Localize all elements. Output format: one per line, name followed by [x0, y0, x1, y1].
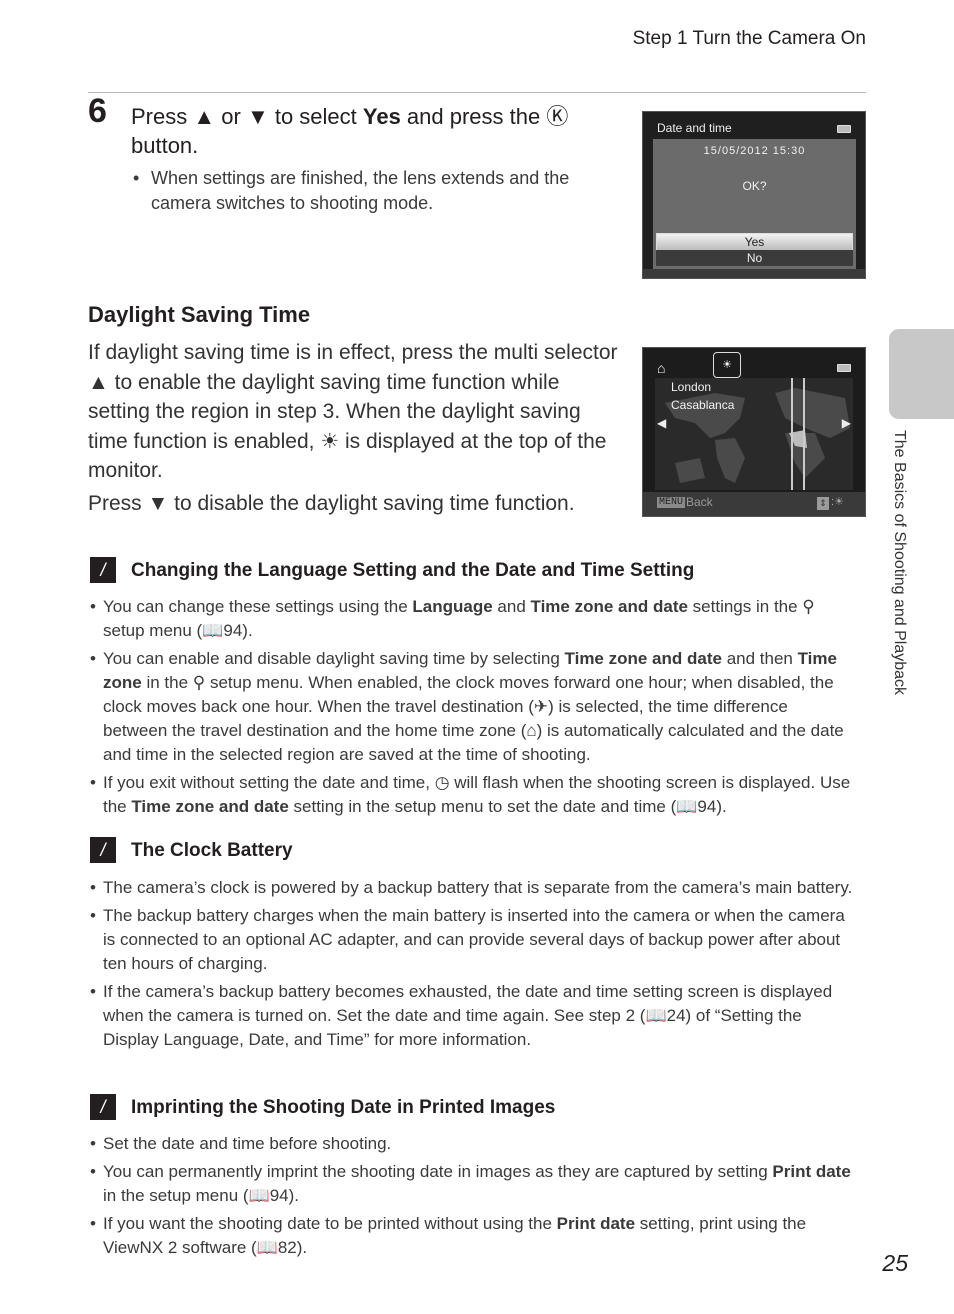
- step-bullet: When settings are finished, the lens ext…: [131, 166, 621, 216]
- note-bullet: If you exit without setting the date and…: [88, 771, 853, 819]
- note-body: The camera’s clock is powered by a backu…: [88, 876, 853, 1056]
- note-bullet: Set the date and time before shooting.: [88, 1132, 853, 1156]
- world-map-screen: ⌂ ☀ London Casablanca ◀ ▶ MENU Back ⇕ :☀: [642, 347, 866, 517]
- running-head: Step 1 Turn the Camera On: [632, 28, 866, 49]
- menu-button-icon[interactable]: MENU: [657, 497, 686, 508]
- daylight-saving-icon: :☀: [831, 496, 844, 508]
- city-name: Casablanca: [671, 398, 735, 412]
- back-label: Back: [686, 495, 713, 509]
- screen-title: Date and time: [657, 121, 732, 135]
- step-number: 6: [88, 92, 107, 130]
- city-name: London: [671, 380, 712, 394]
- pencil-note-icon: /: [90, 1094, 116, 1120]
- time-zone-band: [791, 378, 805, 490]
- note-bullet: You can permanently imprint the shooting…: [88, 1160, 853, 1208]
- note-body: Set the date and time before shooting. Yo…: [88, 1132, 853, 1264]
- up-down-icon: ⇕: [817, 497, 829, 510]
- chapter-tab: [889, 329, 954, 419]
- world-map-graphic: [665, 388, 850, 483]
- note-heading: Imprinting the Shooting Date in Printed …: [131, 1097, 556, 1118]
- daylight-saving-icon[interactable]: ☀: [713, 352, 741, 378]
- divider: [88, 92, 866, 93]
- up-arrow-icon: ▲: [88, 370, 109, 394]
- home-icon: ⌂: [657, 360, 666, 376]
- date-time-confirm-screen: Date and time 15/05/2012 15:30 OK? Yes N…: [642, 111, 866, 279]
- arrow-right-icon[interactable]: ▶: [842, 416, 851, 430]
- note-body: You can change these settings using the …: [88, 595, 853, 823]
- ok-button-icon: Ⓚ: [546, 104, 569, 129]
- pencil-note-icon: /: [90, 837, 116, 863]
- note-heading: Changing the Language Setting and the Da…: [131, 560, 695, 581]
- note-bullet: The backup battery charges when the main…: [88, 904, 853, 976]
- arrow-left-icon[interactable]: ◀: [657, 416, 666, 430]
- note-bullet: If the camera’s backup battery becomes e…: [88, 980, 853, 1052]
- world-map: [655, 378, 853, 490]
- daylight-paragraph: If daylight saving time is in effect, pr…: [88, 341, 618, 482]
- battery-icon: [837, 364, 851, 372]
- daylight-saving-icon: ☀: [320, 429, 340, 453]
- chapter-label: The Basics of Shooting and Playback: [891, 430, 908, 696]
- screen-footer: [643, 269, 865, 278]
- screen-footer: MENU Back ⇕ :☀: [643, 492, 865, 516]
- option-no[interactable]: No: [656, 250, 853, 266]
- section-heading: Daylight Saving Time: [88, 302, 311, 327]
- up-arrow-icon: ▲: [193, 104, 216, 129]
- confirm-prompt: OK?: [742, 179, 767, 193]
- note-heading: The Clock Battery: [131, 840, 293, 861]
- battery-icon: [837, 125, 851, 133]
- page-number: 25: [882, 1250, 908, 1276]
- confirm-panel: 15/05/2012 15:30 OK? Yes No: [653, 139, 856, 269]
- note-bullet: You can enable and disable daylight savi…: [88, 647, 853, 767]
- pencil-note-icon: /: [90, 557, 116, 583]
- step-title: Press ▲ or ▼ to select Yes and press the…: [131, 104, 569, 158]
- option-yes[interactable]: Yes: [656, 233, 853, 251]
- note-bullet: If you want the shooting date to be prin…: [88, 1212, 853, 1260]
- datetime-value: 15/05/2012 15:30: [703, 145, 806, 157]
- daylight-paragraph-2: Press ▼ to disable the daylight saving t…: [88, 492, 575, 515]
- note-bullet: The camera’s clock is powered by a backu…: [88, 876, 853, 900]
- down-arrow-icon: ▼: [147, 492, 169, 515]
- note-bullet: You can change these settings using the …: [88, 595, 853, 643]
- down-arrow-icon: ▼: [246, 104, 269, 129]
